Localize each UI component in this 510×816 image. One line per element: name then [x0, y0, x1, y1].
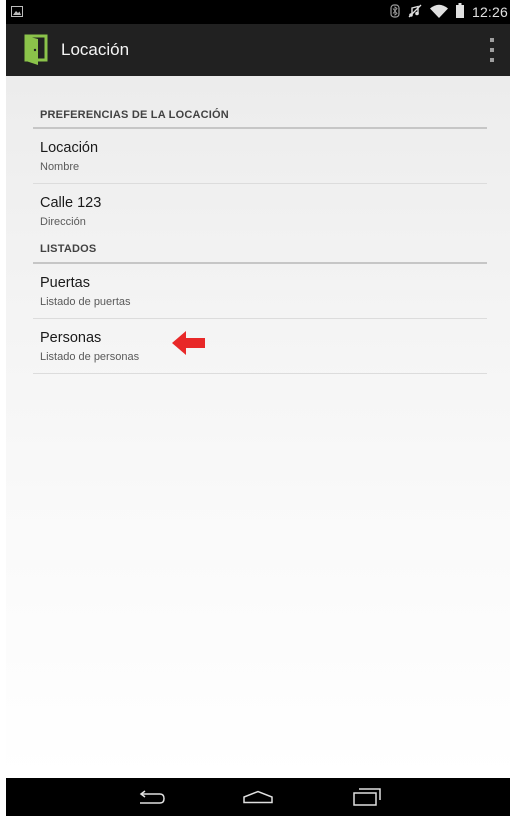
image-notification-icon — [10, 5, 24, 17]
recent-apps-icon[interactable] — [347, 784, 387, 810]
battery-icon — [455, 2, 464, 22]
pref-item-summary: Dirección — [40, 216, 86, 228]
status-bar: 12:26 — [6, 0, 510, 24]
door-app-icon[interactable] — [23, 34, 49, 66]
pref-item-summary: Listado de personas — [40, 351, 140, 363]
pref-item-people[interactable]: Personas Listado de personas — [33, 319, 487, 374]
pref-item-doors[interactable]: Puertas Listado de puertas — [33, 264, 487, 319]
wifi-icon — [429, 3, 448, 22]
pref-item-summary: Nombre — [40, 161, 80, 173]
muted-icon — [408, 3, 422, 22]
pref-item-title: Personas — [40, 330, 102, 346]
bluetooth-icon — [390, 3, 400, 22]
pref-item-location-name[interactable]: Locación Nombre — [33, 129, 487, 184]
navigation-bar — [6, 778, 510, 816]
preferences-screen: PREFERENCIAS DE LA LOCACIÓN Locación Nom… — [6, 76, 510, 778]
page-title: Locación — [61, 40, 130, 59]
device-screen: 12:26 Locación PREFERENCIAS DE LA LOCACI… — [6, 0, 510, 816]
category-location-preferences: PREFERENCIAS DE LA LOCACIÓN — [33, 100, 487, 129]
pref-item-title: Calle 123 — [40, 195, 102, 211]
red-arrow-icon — [172, 330, 206, 356]
overflow-menu-icon[interactable] — [486, 38, 498, 62]
status-time: 12:26 — [471, 4, 508, 20]
action-bar: Locación — [6, 24, 510, 76]
pref-item-summary: Listado de puertas — [40, 296, 131, 308]
pref-item-title: Puertas — [40, 275, 90, 291]
pref-item-title: Locación — [40, 140, 99, 156]
preferences-list: PREFERENCIAS DE LA LOCACIÓN Locación Nom… — [33, 100, 487, 374]
pref-item-location-address[interactable]: Calle 123 Dirección — [33, 184, 487, 238]
status-icons: 12:26 — [390, 0, 510, 24]
home-icon[interactable] — [238, 784, 278, 810]
back-icon[interactable] — [131, 784, 171, 810]
category-lists: LISTADOS — [33, 238, 487, 264]
